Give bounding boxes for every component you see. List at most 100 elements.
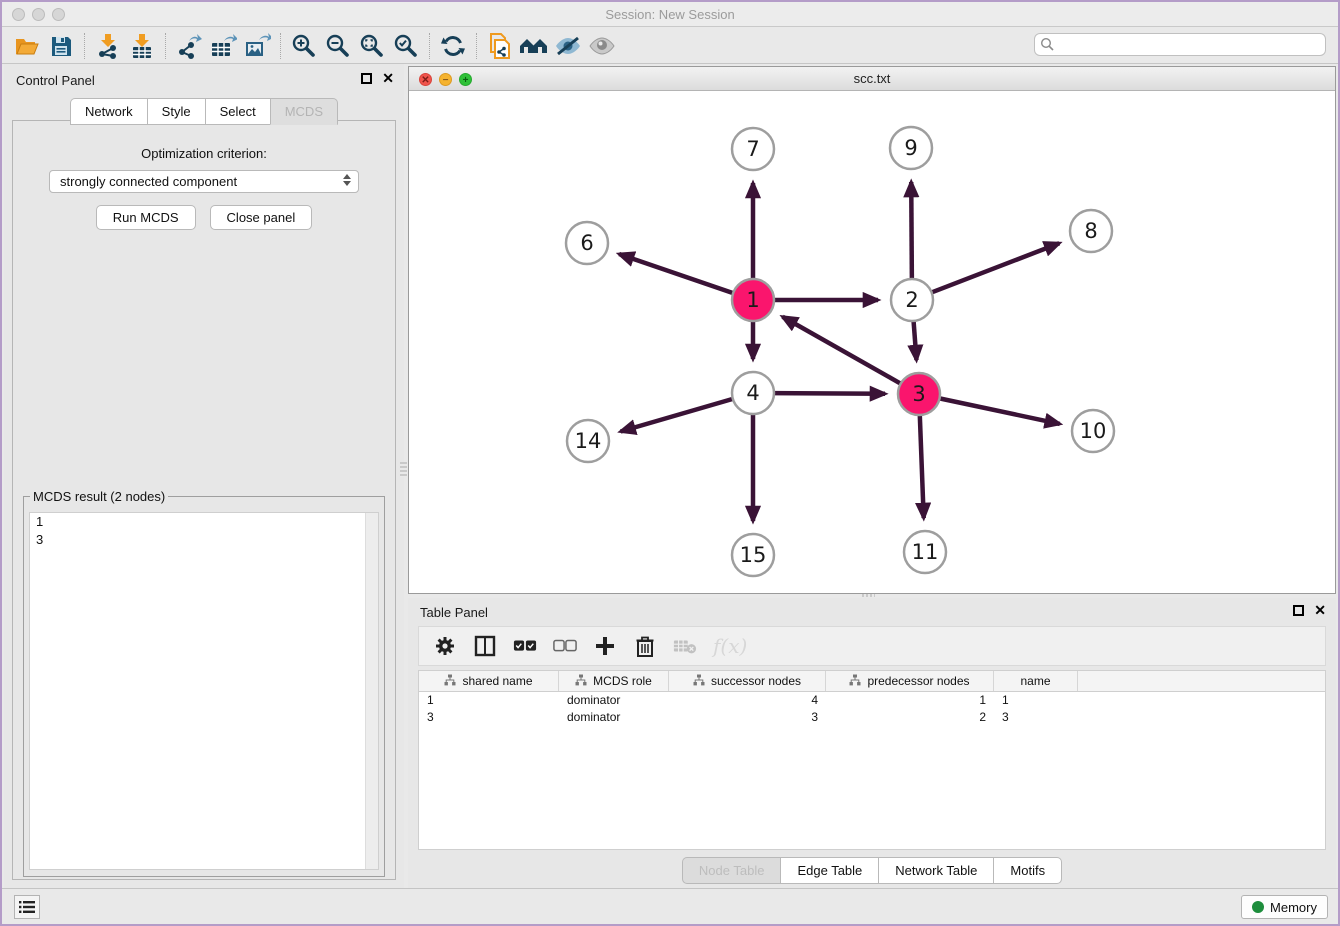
node-9[interactable]: 9 [890, 127, 932, 169]
column-header-MCDS-role[interactable]: MCDS role [559, 671, 669, 691]
show-all-icon[interactable] [585, 31, 619, 61]
delete-table-icon[interactable] [673, 634, 697, 658]
tab-node-table[interactable]: Node Table [682, 857, 781, 884]
search-field-wrap [1034, 33, 1326, 56]
node-10[interactable]: 10 [1072, 410, 1114, 452]
node-1[interactable]: 1 [732, 279, 774, 321]
memory-button[interactable]: Memory [1241, 895, 1328, 919]
export-table-icon[interactable] [206, 31, 240, 61]
hierarchy-icon [444, 674, 456, 689]
node-table: shared nameMCDS rolesuccessor nodesprede… [418, 670, 1326, 850]
table-cell[interactable]: 3 [669, 709, 826, 726]
mcds-result-title: MCDS result (2 nodes) [30, 489, 168, 504]
close-table-panel-icon[interactable]: ✕ [1314, 605, 1326, 616]
network-graph: 7 9 6 8 1 2 4 3 14 10 15 11 [409, 91, 1335, 593]
table-cell[interactable]: 1 [994, 692, 1078, 709]
node-11[interactable]: 11 [904, 531, 946, 573]
edge-3-1[interactable] [783, 317, 901, 384]
table-cell[interactable]: dominator [559, 692, 669, 709]
search-input[interactable] [1034, 33, 1326, 56]
node-14[interactable]: 14 [567, 420, 609, 462]
table-tabs: Node TableEdge TableNetwork TableMotifs [408, 857, 1336, 884]
float-panel-icon[interactable] [361, 73, 372, 84]
toggle-panes-icon[interactable] [473, 634, 497, 658]
zoom-fit-icon[interactable] [355, 31, 389, 61]
edge-3-10[interactable] [940, 398, 1060, 424]
network-window-title: scc.txt [409, 71, 1335, 86]
edge-3-11[interactable] [920, 415, 924, 518]
node-8[interactable]: 8 [1070, 210, 1112, 252]
node-2[interactable]: 2 [891, 279, 933, 321]
node-7[interactable]: 7 [732, 128, 774, 170]
first-neighbors-icon[interactable] [517, 31, 551, 61]
tab-style[interactable]: Style [147, 98, 205, 125]
add-column-icon[interactable] [593, 634, 617, 658]
edge-2-3[interactable] [914, 321, 917, 360]
title-bar: Session: New Session [2, 2, 1338, 27]
tab-edge-table[interactable]: Edge Table [780, 857, 878, 884]
table-rows: 1dominator4113dominator323 [419, 692, 1325, 726]
result-scrollbar[interactable] [365, 513, 378, 869]
table-settings-icon[interactable] [433, 634, 457, 658]
column-header-name[interactable]: name [994, 671, 1078, 691]
edge-2-8[interactable] [932, 243, 1060, 292]
function-builder-icon[interactable]: f(x) [713, 634, 747, 658]
mcds-result-list[interactable]: 13 [29, 512, 379, 870]
node-label: 2 [905, 288, 918, 312]
zoom-selected-icon[interactable] [389, 31, 423, 61]
refresh-layout-icon[interactable] [436, 31, 470, 61]
run-mcds-button[interactable]: Run MCDS [96, 205, 196, 230]
table-cell[interactable]: 1 [826, 692, 994, 709]
zoom-in-icon[interactable] [287, 31, 321, 61]
table-row[interactable]: 1dominator411 [419, 692, 1325, 709]
tab-select[interactable]: Select [205, 98, 270, 125]
column-header-predecessor-nodes[interactable]: predecessor nodes [826, 671, 994, 691]
delete-column-icon[interactable] [633, 634, 657, 658]
export-image-icon[interactable] [240, 31, 274, 61]
float-table-panel-icon[interactable] [1293, 605, 1304, 616]
optimization-criterion-label: Optimization criterion: [13, 146, 395, 161]
table-cell[interactable]: 1 [419, 692, 559, 709]
import-table-icon[interactable] [125, 31, 159, 61]
network-canvas[interactable]: 7 9 6 8 1 2 4 3 14 10 15 11 [409, 91, 1335, 593]
edge-4-14[interactable] [621, 399, 733, 432]
panel-divider-grip[interactable] [400, 462, 407, 477]
list-icon [19, 900, 35, 914]
import-network-icon[interactable] [91, 31, 125, 61]
node-6[interactable]: 6 [566, 222, 608, 264]
node-3[interactable]: 3 [898, 373, 940, 415]
tab-network[interactable]: Network [70, 98, 147, 125]
tab-network-table[interactable]: Network Table [878, 857, 993, 884]
node-4[interactable]: 4 [732, 372, 774, 414]
save-session-icon[interactable] [44, 31, 78, 61]
node-15[interactable]: 15 [732, 534, 774, 576]
table-cell[interactable]: dominator [559, 709, 669, 726]
tab-mcds[interactable]: MCDS [270, 98, 338, 125]
mcds-panel: Optimization criterion: strongly connect… [12, 120, 396, 880]
edge-4-3[interactable] [774, 393, 885, 394]
clone-network-icon[interactable] [483, 31, 517, 61]
column-header-successor-nodes[interactable]: successor nodes [669, 671, 826, 691]
result-value[interactable]: 1 [30, 513, 378, 531]
tab-motifs[interactable]: Motifs [993, 857, 1062, 884]
criterion-select[interactable]: strongly connected component [49, 170, 359, 193]
export-network-icon[interactable] [172, 31, 206, 61]
table-cell[interactable]: 4 [669, 692, 826, 709]
column-header-shared-name[interactable]: shared name [419, 671, 559, 691]
edge-2-9[interactable] [911, 182, 912, 279]
table-cell[interactable]: 3 [419, 709, 559, 726]
hide-selected-icon[interactable] [551, 31, 585, 61]
task-history-button[interactable] [14, 895, 40, 919]
edge-1-6[interactable] [619, 254, 733, 293]
open-session-icon[interactable] [10, 31, 44, 61]
hierarchy-icon [849, 674, 861, 689]
table-row[interactable]: 3dominator323 [419, 709, 1325, 726]
deselect-all-icon[interactable] [553, 634, 577, 658]
table-cell[interactable]: 2 [826, 709, 994, 726]
select-all-icon[interactable] [513, 634, 537, 658]
close-panel-icon[interactable]: ✕ [382, 73, 394, 84]
table-cell[interactable]: 3 [994, 709, 1078, 726]
zoom-out-icon[interactable] [321, 31, 355, 61]
result-value[interactable]: 3 [30, 531, 378, 549]
close-panel-button[interactable]: Close panel [210, 205, 313, 230]
